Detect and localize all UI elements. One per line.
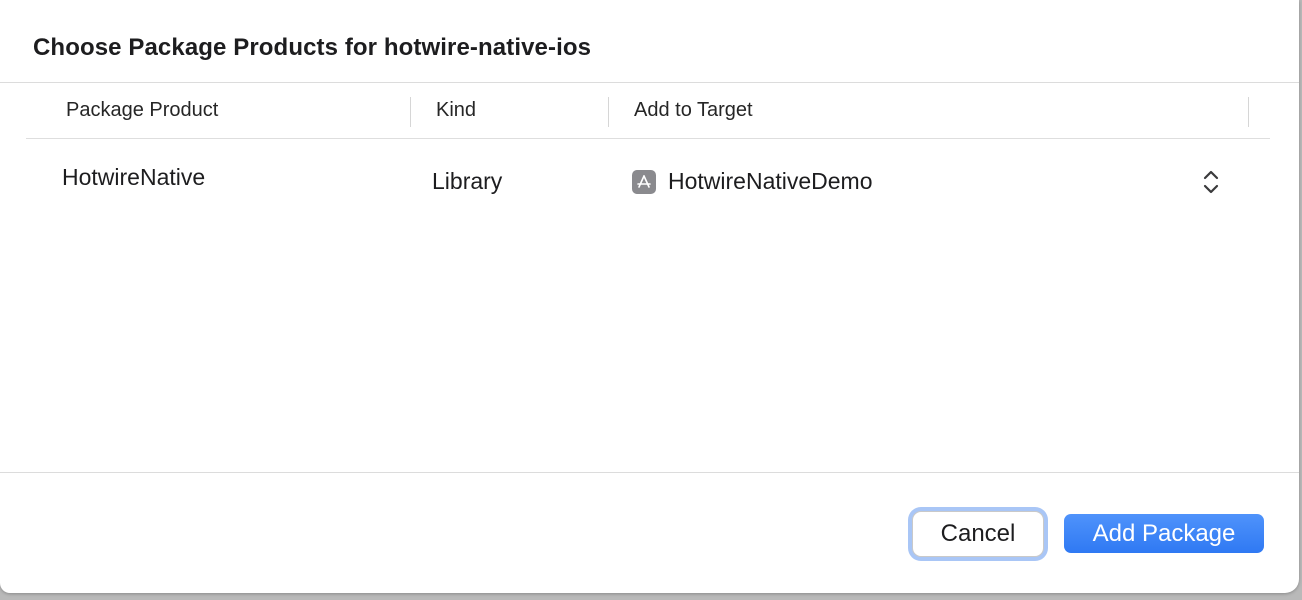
title-divider bbox=[0, 82, 1299, 83]
target-popup-button[interactable] bbox=[1198, 167, 1224, 197]
package-kind: Library bbox=[432, 168, 503, 194]
column-header-add-to-target[interactable]: Add to Target bbox=[634, 99, 753, 122]
package-product-name: HotwireNative bbox=[62, 164, 206, 190]
table-row[interactable]: HotwireNative Library HotwireNativeDemo bbox=[26, 140, 1270, 220]
dialog-title: Choose Package Products for hotwire-nati… bbox=[33, 34, 592, 61]
chevron-up-down-icon bbox=[1203, 170, 1219, 194]
column-header-package-product[interactable]: Package Product bbox=[66, 99, 218, 122]
column-header-kind[interactable]: Kind bbox=[436, 99, 476, 122]
choose-package-products-dialog: Choose Package Products for hotwire-nati… bbox=[0, 0, 1299, 593]
target-name: HotwireNativeDemo bbox=[668, 168, 873, 194]
cancel-button[interactable]: Cancel bbox=[912, 511, 1044, 557]
table-header: Package Product Kind Add to Target bbox=[26, 84, 1270, 139]
footer-divider bbox=[0, 472, 1299, 473]
add-package-button[interactable]: Add Package bbox=[1064, 514, 1264, 553]
column-separator[interactable] bbox=[410, 97, 411, 127]
column-separator[interactable] bbox=[1248, 97, 1249, 127]
app-target-icon bbox=[632, 170, 656, 194]
column-separator[interactable] bbox=[608, 97, 609, 127]
